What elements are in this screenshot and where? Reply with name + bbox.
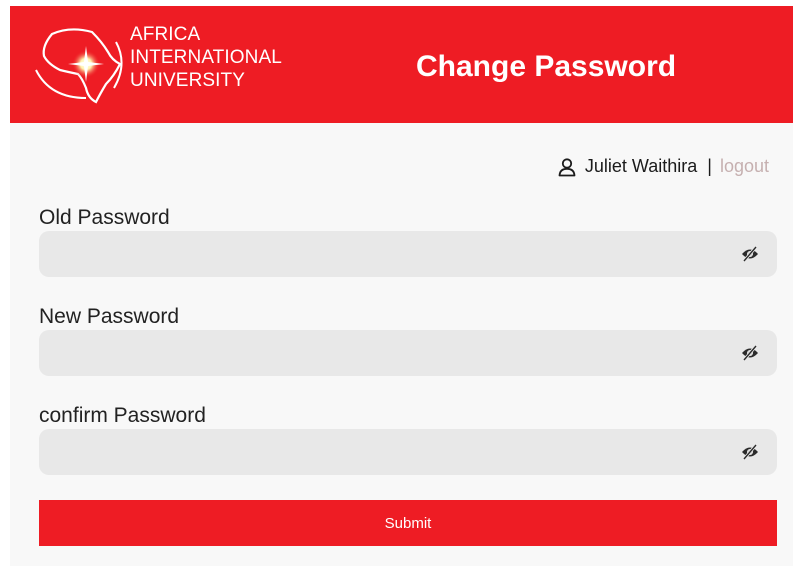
logo-line-2: INTERNATIONAL <box>130 47 282 68</box>
confirm-password-field[interactable] <box>39 429 777 475</box>
eye-slash-icon[interactable] <box>741 444 759 460</box>
confirm-password-label: confirm Password <box>39 404 206 427</box>
new-password-field[interactable] <box>39 330 777 376</box>
user-separator: | <box>707 156 712 176</box>
confirm-password-input[interactable] <box>39 429 743 475</box>
change-password-card: AFRICA INTERNATIONAL UNIVERSITY Change P… <box>10 6 793 566</box>
page: AFRICA INTERNATIONAL UNIVERSITY Change P… <box>0 0 793 566</box>
eye-slash-icon[interactable] <box>741 246 759 262</box>
africa-star-logo-icon <box>35 28 123 104</box>
header-bar: AFRICA INTERNATIONAL UNIVERSITY Change P… <box>10 6 793 123</box>
user-name: Juliet Waithira <box>584 156 698 176</box>
user-icon <box>558 157 576 176</box>
eye-slash-icon[interactable] <box>741 345 759 361</box>
new-password-label: New Password <box>39 305 180 328</box>
old-password-input[interactable] <box>39 231 743 277</box>
old-password-label: Old Password <box>39 206 170 229</box>
logo-line-3: UNIVERSITY <box>130 70 246 91</box>
logo-text: AFRICA INTERNATIONAL UNIVERSITY <box>130 23 282 92</box>
new-password-input[interactable] <box>39 330 743 376</box>
submit-button[interactable]: Submit <box>39 500 777 546</box>
old-password-field[interactable] <box>39 231 777 277</box>
page-title: Change Password <box>416 50 677 83</box>
logo-line-1: AFRICA <box>130 24 201 45</box>
logout-link[interactable]: logout <box>720 156 769 177</box>
user-bar: Juliet Waithira | logout <box>557 156 769 177</box>
